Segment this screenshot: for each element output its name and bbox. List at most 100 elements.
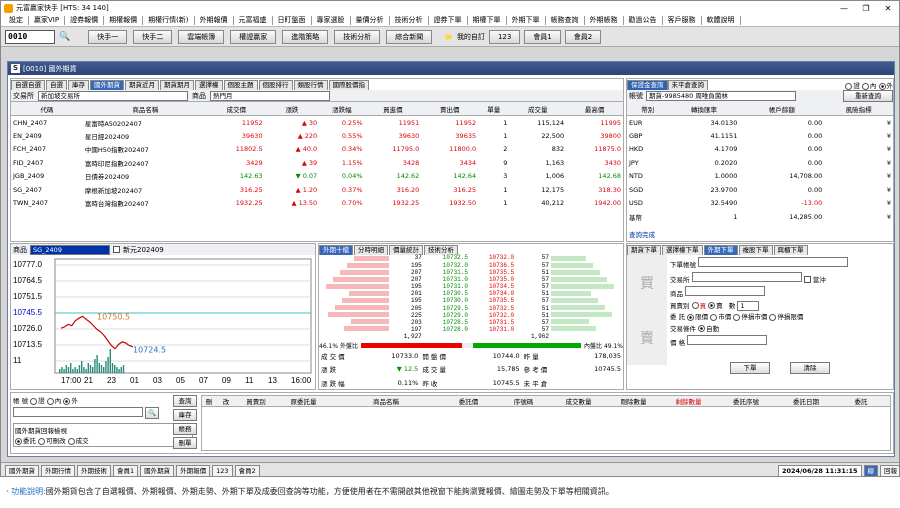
tab-margin-query[interactable]: 保證金查詢 [627, 80, 668, 90]
member2-button[interactable]: 會員2 [564, 29, 602, 44]
status-button[interactable]: 外期技術 [77, 464, 111, 476]
menu-item[interactable]: 期權報價 [104, 16, 144, 25]
toolbar-button[interactable]: 綜合新聞 [386, 29, 433, 44]
type-radio[interactable] [733, 313, 741, 321]
order-tab-0[interactable]: 期貨下單 [627, 245, 661, 255]
order-tab-4[interactable]: 興櫃下單 [773, 245, 808, 255]
table-row[interactable]: TWN_2407 富時台灣指數202407 1932.25 ▲ 13.50 0.70% 1… [11, 197, 623, 211]
report-search-button[interactable]: 🔍 [145, 407, 159, 419]
menu-item[interactable]: 贏家VIP [29, 16, 66, 25]
type-radio[interactable] [769, 313, 777, 321]
report-market-radio[interactable] [63, 397, 71, 405]
status-button[interactable]: 會員2 [234, 464, 260, 476]
table-row[interactable]: CHN_2407 星富時A50202407 11952 ▲ 30 0.25% 11951 1… [11, 116, 623, 130]
table-row[interactable]: EN_2409 星日經202409 39630 ▲ 220 0.55% 39630 3963… [11, 129, 623, 143]
report-market-radio[interactable] [46, 397, 54, 405]
menu-item[interactable]: 外期下單 [507, 16, 546, 25]
account-select[interactable]: 期貨-9985480 周唯負菌林 [646, 91, 796, 101]
toolbar-button[interactable]: 進階策略 [282, 29, 329, 44]
status-button[interactable]: 國外期貨 [140, 464, 175, 476]
tab-6[interactable]: 選擇權 [195, 80, 223, 90]
status-button[interactable]: 外期報價 [176, 464, 211, 476]
order-tab-3[interactable]: 複股下單 [738, 245, 773, 255]
order-tab-1[interactable]: 選擇權下單 [662, 245, 703, 255]
status-button[interactable]: 會員1 [113, 464, 139, 476]
tab-9[interactable]: 類股行情 [293, 80, 328, 90]
toolbar-button[interactable]: 權證贏家 [230, 29, 277, 44]
report-button-1[interactable]: 庫存 [173, 409, 197, 421]
market-radio[interactable] [861, 82, 869, 90]
tab-3[interactable]: 國外期貨 [90, 80, 124, 90]
menu-item[interactable]: 外期報價 [195, 16, 234, 25]
tick-tab-1[interactable]: 分時明細 [354, 245, 388, 255]
tab-10[interactable]: 國際股價指 [328, 80, 369, 90]
toolbar-button[interactable]: 快手一 [88, 29, 128, 44]
menu-item[interactable]: 外期帳務 [585, 16, 624, 25]
menu-item[interactable]: 客戶服務 [663, 16, 702, 25]
status-button[interactable]: 123 [212, 464, 233, 476]
report-button-2[interactable]: 帳務 [173, 423, 197, 435]
reply-button[interactable]: 回報 [880, 464, 899, 476]
table-row[interactable]: SG_2407 摩根新加坡202407 316.25 ▲ 1.20 0.37% 316.2… [11, 183, 623, 197]
market-radio[interactable] [845, 82, 853, 90]
tab-0[interactable]: 自選自選 [11, 80, 45, 90]
clear-order-button[interactable]: 清除 [790, 361, 830, 374]
fav-label[interactable]: 我的自訂 [457, 32, 485, 42]
search-icon[interactable]: 🔍 [59, 32, 70, 42]
table-row[interactable]: JGB_2409 日債券202409 142.63 ▼ 0.07 0.04% 142.62… [11, 170, 623, 184]
table-row[interactable]: FID_2407 富時印尼指數202407 3429 ▲ 39 1.15% 3428 343… [11, 156, 623, 170]
tab-8[interactable]: 個股排行 [258, 80, 293, 90]
menu-item[interactable]: 日盯盤面 [273, 16, 312, 25]
status-button[interactable]: 外期行情 [41, 464, 75, 476]
close-button[interactable]: ✕ [877, 4, 899, 13]
menu-item[interactable]: 量價分析 [351, 16, 390, 25]
menu-item[interactable]: 專家選股 [312, 16, 351, 25]
menu-item[interactable]: 勸過公告 [624, 16, 663, 25]
tab-4[interactable]: 期貨近月 [125, 80, 159, 90]
report-button-3[interactable]: 刪單 [173, 437, 197, 449]
buy-radio[interactable] [691, 302, 699, 309]
type-radio[interactable] [687, 313, 695, 321]
toolbar-button[interactable]: 快手二 [133, 29, 173, 44]
tick-tab-0[interactable]: 外期十檔 [319, 245, 353, 255]
cond-radio[interactable] [698, 325, 706, 332]
refresh-button[interactable]: 重新查詢 [843, 90, 893, 102]
menu-item[interactable]: 期權行情(新) [143, 16, 195, 25]
minimize-button[interactable]: — [833, 4, 855, 13]
tab-1[interactable]: 自選 [46, 80, 67, 90]
fav-num-button[interactable]: 123 [488, 29, 521, 44]
menu-item[interactable]: 證券下單 [429, 16, 468, 25]
menu-item[interactable]: 帳務查詢 [546, 16, 585, 25]
type-radio[interactable] [710, 313, 718, 321]
stock-code-input[interactable]: 0010 [5, 29, 55, 44]
menu-item[interactable]: 證券報價 [65, 16, 105, 25]
price-input[interactable] [687, 335, 768, 345]
table-row[interactable]: FCH_2407 中國H50指數202407 11802.5 ▲ 40.0 0.34% 1… [11, 143, 623, 157]
report-button-0[interactable]: 查詢 [173, 395, 197, 407]
toolbar-button[interactable]: 技術分析 [334, 29, 381, 44]
submit-order-button[interactable]: 下單 [730, 361, 770, 374]
order-product-select[interactable] [685, 286, 766, 296]
market-radio[interactable] [878, 82, 886, 90]
qty-input[interactable]: 1 [737, 300, 760, 311]
toolbar-button[interactable]: 雲端帳簿 [178, 29, 225, 44]
tab-2[interactable]: 庫存 [68, 80, 89, 90]
order-exchange-select[interactable] [691, 271, 802, 282]
menu-item[interactable]: 設定 [4, 16, 29, 25]
chart-check[interactable] [113, 246, 120, 253]
maximize-button[interactable]: ❐ [855, 4, 877, 13]
chart-product-select[interactable]: SG_2409 [30, 244, 110, 255]
filter-radio[interactable] [15, 437, 22, 445]
member1-button[interactable]: 會員1 [524, 29, 561, 44]
exchange-select[interactable]: 新加坡交易所 [38, 90, 188, 101]
menu-item[interactable]: 技術分析 [390, 16, 429, 25]
order-account-select[interactable] [698, 257, 849, 267]
filter-radio[interactable] [67, 437, 75, 445]
sell-radio[interactable] [708, 302, 716, 309]
menu-item[interactable]: 軟體說明 [702, 16, 741, 25]
tab-5[interactable]: 期貨期月 [160, 80, 194, 90]
tab-open-position[interactable]: 未平倉查詢 [667, 80, 708, 90]
report-market-radio[interactable] [30, 397, 38, 405]
menu-item[interactable]: 期權下單 [468, 16, 507, 25]
status-button[interactable]: 國外期貨 [5, 464, 39, 476]
